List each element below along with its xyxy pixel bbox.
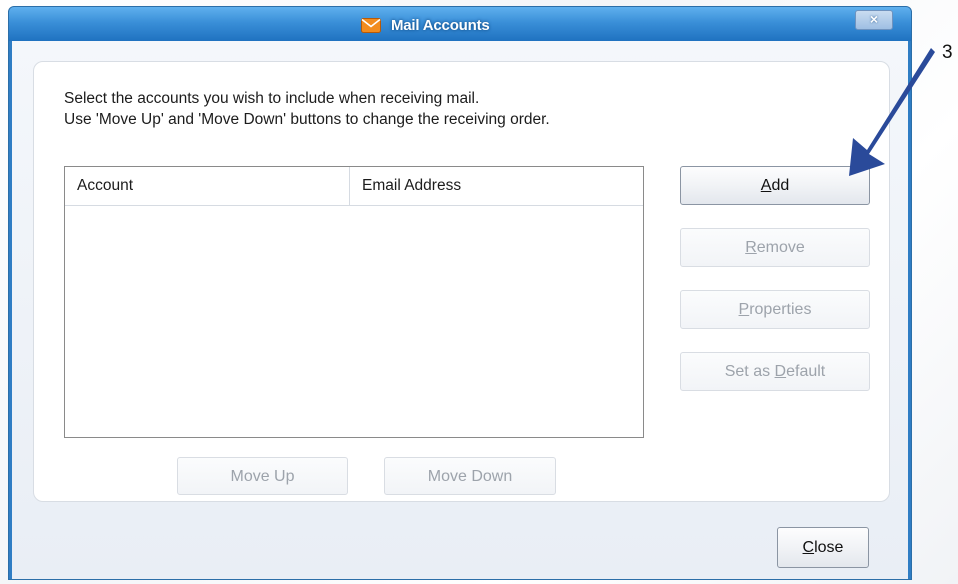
annotation-arrow (849, 48, 935, 176)
step-number: 3 (942, 42, 953, 63)
arrow-icon (849, 48, 935, 176)
